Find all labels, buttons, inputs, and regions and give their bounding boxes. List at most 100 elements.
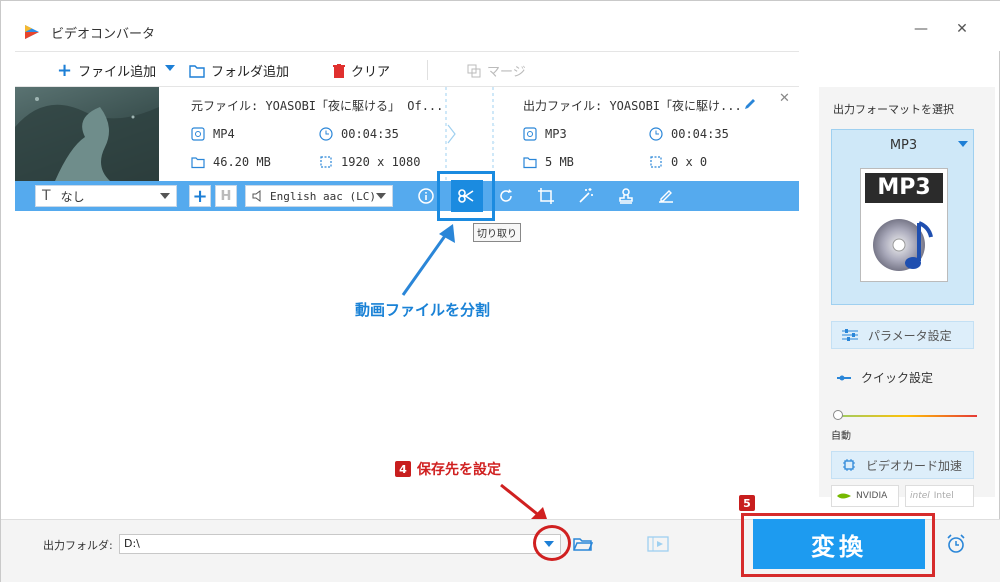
- quality-slider[interactable]: [833, 409, 979, 423]
- source-file-name: 元ファイル: YOASOBI「夜に駆ける」 Of...: [191, 99, 444, 113]
- subtitle-select[interactable]: T なし: [35, 185, 177, 207]
- audio-track-value: English aac (LC): [270, 189, 376, 203]
- gpu-acceleration-button[interactable]: ビデオカード加速: [831, 451, 974, 479]
- audio-format-icon: [523, 127, 537, 141]
- resolution-icon: [650, 156, 662, 168]
- alarm-clock-icon[interactable]: [945, 533, 967, 555]
- plus-icon: +: [57, 59, 73, 81]
- source-resolution-value: 1920 x 1080: [341, 155, 421, 169]
- format-panel: 出力フォーマットを選択 MP3 MP3 パラメータ設定 クイック設定 自動 ビデ…: [819, 87, 995, 507]
- annotation-arrow-icon: [401, 224, 455, 296]
- speaker-icon: [252, 190, 261, 202]
- add-file-dropdown[interactable]: [165, 64, 175, 72]
- convert-highlight-box: [741, 513, 935, 577]
- intel-badge: intel Intel: [905, 485, 974, 507]
- resolution-icon: [320, 156, 332, 168]
- quality-slider-track: [837, 415, 977, 417]
- output-size: 5 MB: [523, 155, 574, 169]
- mp3-icon-label: MP3: [865, 173, 943, 203]
- folder-add-icon: [189, 64, 205, 78]
- source-format-value: MP4: [213, 127, 235, 141]
- save-destination-annotation: 4 保存先を設定: [395, 459, 501, 479]
- add-file-label: ファイル追加: [78, 65, 157, 80]
- clock-icon: [319, 127, 333, 141]
- toolbar: + ファイル追加 フォルダ追加 クリア マージ: [15, 51, 799, 87]
- selected-format: MP3: [889, 138, 918, 153]
- output-size-value: 5 MB: [545, 155, 574, 169]
- merge-button[interactable]: マージ: [467, 61, 526, 80]
- output-resolution-value: 0 x 0: [671, 155, 708, 169]
- folder-icon: [523, 157, 537, 169]
- cut-tooltip: 切り取り: [473, 223, 521, 242]
- step-4-badge: 4: [395, 461, 411, 477]
- music-disc-icon: [873, 219, 933, 271]
- thumbnail-art: [15, 97, 159, 181]
- source-format: MP4: [191, 127, 235, 141]
- window-title: ビデオコンバータ: [51, 27, 156, 42]
- caret-down-icon: [958, 141, 968, 147]
- video-format-icon: [191, 127, 205, 141]
- save-destination-text: 保存先を設定: [417, 462, 501, 478]
- close-button[interactable]: ✕: [952, 21, 972, 37]
- effects-wand-icon[interactable]: [577, 187, 595, 205]
- output-duration-value: 00:04:35: [671, 127, 729, 141]
- remove-file-icon[interactable]: ✕: [779, 91, 790, 106]
- auto-label: 自動: [831, 431, 851, 442]
- edit-name-icon[interactable]: [743, 97, 757, 111]
- dropdown-highlight-circle: [533, 525, 571, 561]
- trash-icon: [333, 63, 345, 78]
- output-duration: 00:04:35: [649, 127, 729, 141]
- app-window: ビデオコンバータ — ✕ + ファイル追加 フォルダ追加 クリア マージ 元ファ…: [0, 0, 1000, 582]
- gpu-acceleration-label: ビデオカード加速: [866, 458, 963, 473]
- rotate-icon[interactable]: [497, 187, 515, 205]
- audio-track-select[interactable]: English aac (LC): [245, 185, 393, 207]
- output-folder-label: 出力フォルダ:: [43, 539, 113, 552]
- quick-settings-label: クイック設定: [861, 371, 934, 385]
- output-folder-input[interactable]: D:\: [119, 534, 561, 554]
- clock-icon: [649, 127, 663, 141]
- source-size: 46.20 MB: [191, 155, 271, 169]
- preview-video-icon[interactable]: [647, 536, 669, 552]
- hardsub-icon: H: [220, 188, 232, 204]
- nvidia-label: NVIDIA: [856, 491, 888, 501]
- add-folder-label: フォルダ追加: [211, 65, 290, 80]
- step-5-badge: 5: [739, 495, 755, 511]
- edit-list-icon[interactable]: [657, 187, 675, 205]
- video-thumbnail[interactable]: [15, 87, 159, 181]
- file-item[interactable]: 元ファイル: YOASOBI「夜に駆ける」 Of... MP4 00:04:35…: [15, 87, 799, 181]
- source-duration-value: 00:04:35: [341, 127, 399, 141]
- text-icon: T: [42, 188, 51, 204]
- add-folder-button[interactable]: フォルダ追加: [189, 61, 289, 80]
- source-size-value: 46.20 MB: [213, 155, 271, 169]
- quality-slider-thumb[interactable]: [833, 410, 843, 420]
- minimize-button[interactable]: —: [911, 21, 931, 37]
- nvidia-logo-icon: [837, 493, 851, 499]
- chip-icon: [843, 459, 855, 471]
- intel-label: Intel: [933, 491, 954, 501]
- output-format-selector[interactable]: MP3 MP3: [831, 129, 974, 305]
- open-folder-icon[interactable]: [573, 536, 593, 552]
- toolbar-divider: [427, 60, 428, 80]
- format-panel-title: 出力フォーマットを選択: [833, 103, 954, 116]
- mp3-file-icon: MP3: [860, 168, 948, 282]
- caret-down-icon: [160, 193, 170, 199]
- add-file-button[interactable]: + ファイル追加: [57, 61, 156, 80]
- parameter-settings-button[interactable]: パラメータ設定: [831, 321, 974, 349]
- clear-button[interactable]: クリア: [333, 61, 390, 80]
- source-duration: 00:04:35: [319, 127, 399, 141]
- info-icon[interactable]: [417, 187, 435, 205]
- caret-down-icon: [165, 65, 175, 71]
- crop-icon[interactable]: [537, 187, 555, 205]
- merge-label: マージ: [487, 65, 526, 80]
- hardsub-button[interactable]: H: [215, 185, 237, 207]
- output-folder-value: D:\: [124, 537, 140, 550]
- parameter-settings-label: パラメータ設定: [868, 328, 952, 343]
- plus-icon: +: [192, 185, 208, 207]
- add-subtitle-button[interactable]: +: [189, 185, 211, 207]
- subtitle-select-value: なし: [60, 189, 85, 204]
- convert-arrow-icon: [445, 87, 495, 181]
- watermark-stamp-icon[interactable]: [617, 187, 635, 205]
- nvidia-badge: NVIDIA: [831, 485, 899, 507]
- quick-slider-icon: [837, 375, 851, 380]
- output-file-name: 出力ファイル: YOASOBI「夜に駆け...: [523, 99, 742, 113]
